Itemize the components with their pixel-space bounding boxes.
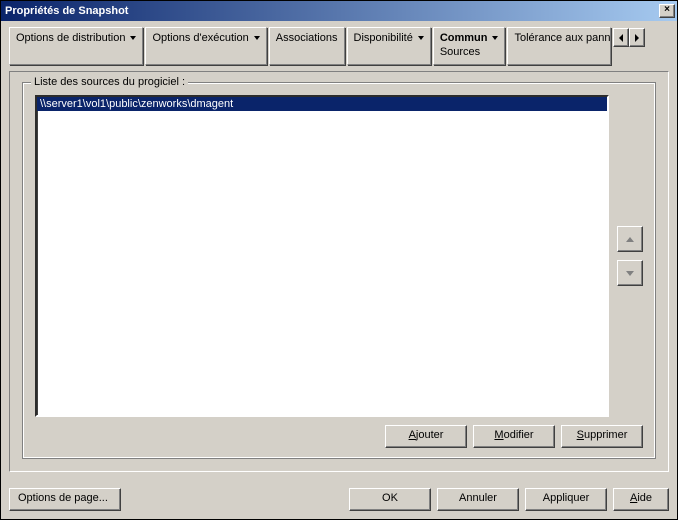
tab-scroll-left-button[interactable] xyxy=(613,28,629,47)
modify-button[interactable]: Modifier xyxy=(473,425,555,448)
tab-label: Tolérance aux pannes xyxy=(514,31,611,45)
btn-label: Options de page xyxy=(18,492,99,504)
btn-label: Annuler xyxy=(459,492,497,504)
chevron-down-icon xyxy=(130,36,136,40)
arrow-up-icon xyxy=(626,237,634,242)
arrow-down-icon xyxy=(626,271,634,276)
tab-label: Disponibilité xyxy=(354,31,413,45)
help-button[interactable]: Aide xyxy=(613,488,669,511)
chevron-down-icon xyxy=(418,36,424,40)
tab-label: Options d'exécution xyxy=(152,31,248,45)
btn-label: jouter xyxy=(416,429,444,441)
cancel-button[interactable]: Annuler xyxy=(437,488,519,511)
footer-right-buttons: OK Annuler Appliquer Aide xyxy=(349,488,669,511)
tab-panel: Liste des sources du progiciel : \\serve… xyxy=(9,71,669,472)
tab-associations[interactable]: Associations xyxy=(269,27,345,65)
move-up-button[interactable] xyxy=(617,226,643,252)
btn-label: OK xyxy=(382,492,398,504)
sources-group: Liste des sources du progiciel : \\serve… xyxy=(22,82,656,459)
apply-button[interactable]: Appliquer xyxy=(525,488,607,511)
tab-common[interactable]: Commun Sources xyxy=(433,27,506,65)
tab-sublabel: Sources xyxy=(440,45,499,59)
list-action-row: Ajouter Modifier Supprimer xyxy=(35,425,643,448)
reorder-buttons xyxy=(617,95,643,417)
arrow-right-icon xyxy=(635,34,639,42)
close-button[interactable]: × xyxy=(659,4,675,18)
tab-fault-tolerance[interactable]: Tolérance aux pannes xyxy=(507,27,611,65)
tab-distribution-options[interactable]: Options de distribution xyxy=(9,27,143,65)
btn-label: Appliquer xyxy=(543,492,589,504)
tab-label: Commun xyxy=(440,31,488,45)
tab-label: Options de distribution xyxy=(16,31,125,45)
tab-bar: Options de distribution Options d'exécut… xyxy=(9,27,669,65)
sources-listbox[interactable]: \\server1\vol1\public\zenworks\dmagent xyxy=(35,95,609,417)
chevron-down-icon xyxy=(254,36,260,40)
dialog-window: Propriétés de Snapshot × Options de dist… xyxy=(0,0,678,520)
add-button[interactable]: Ajouter xyxy=(385,425,467,448)
titlebar: Propriétés de Snapshot × xyxy=(1,1,677,21)
tab-scroll-buttons xyxy=(613,28,645,47)
tab-availability[interactable]: Disponibilité xyxy=(347,27,431,65)
move-down-button[interactable] xyxy=(617,260,643,286)
group-label: Liste des sources du progiciel : xyxy=(31,76,188,88)
btn-label: odifier xyxy=(504,429,534,441)
list-item[interactable]: \\server1\vol1\public\zenworks\dmagent xyxy=(37,97,607,111)
remove-button[interactable]: Supprimer xyxy=(561,425,643,448)
tab-execution-options[interactable]: Options d'exécution xyxy=(145,27,266,65)
dialog-body: Options de distribution Options d'exécut… xyxy=(1,21,677,480)
arrow-left-icon xyxy=(619,34,623,42)
sources-area: \\server1\vol1\public\zenworks\dmagent xyxy=(35,95,643,417)
window-title: Propriétés de Snapshot xyxy=(5,5,659,17)
tab-label: Associations xyxy=(276,31,338,45)
page-options-button[interactable]: Options de page xyxy=(9,488,121,511)
btn-label: ide xyxy=(637,492,652,504)
btn-label: upprimer xyxy=(584,429,627,441)
tab-scroll-right-button[interactable] xyxy=(629,28,645,47)
dialog-footer: Options de page OK Annuler Appliquer Aid… xyxy=(1,480,677,519)
chevron-down-icon xyxy=(492,36,498,40)
ok-button[interactable]: OK xyxy=(349,488,431,511)
